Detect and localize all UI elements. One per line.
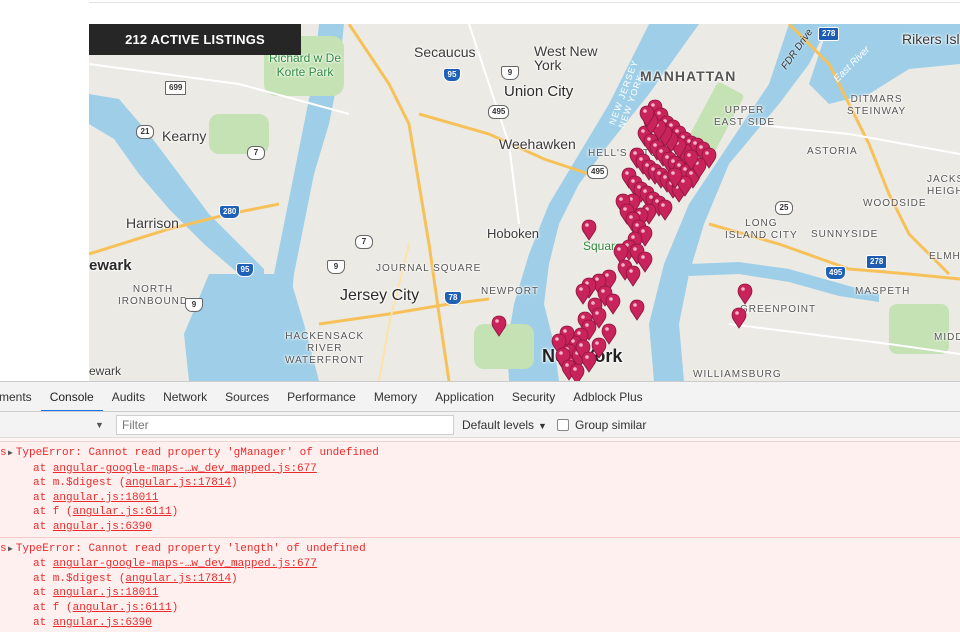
stack-frame-prefix: at (33, 462, 53, 475)
error-message: TypeError: Cannot read property 'gManage… (15, 447, 379, 459)
stack-frame-prefix: at (33, 616, 53, 629)
expand-triangle-icon[interactable]: ▶ (8, 545, 13, 554)
stack-frame-prefix: at (33, 558, 53, 571)
stack-frame: at angular.js:6390 (0, 520, 960, 535)
devtools-tab-bar: ments Console Audits Network Sources Per… (0, 382, 960, 412)
log-levels-label: Default levels (462, 418, 535, 432)
stack-frame: at m.$digest (angular.js:17814) (0, 476, 960, 491)
error-marker-icon: s (0, 447, 7, 459)
stack-frame: at angular.js:6390 (0, 616, 960, 631)
tab-sources[interactable]: Sources (216, 382, 278, 411)
stack-frame-prefix: at f ( (33, 506, 73, 519)
chevron-down-icon: ▼ (538, 421, 547, 431)
stack-frame-source-link[interactable]: angular.js:6111 (73, 506, 172, 518)
tab-application[interactable]: Application (426, 382, 503, 411)
group-similar-checkbox[interactable] (557, 419, 569, 431)
stack-frame: at angular-google-maps-…w_dev_mapped.js:… (0, 462, 960, 477)
console-toolbar: ▼ Default levels▼ Group similar (0, 412, 960, 438)
console-error-entry[interactable]: s ▶ TypeError: Cannot read property 'lengt… (0, 537, 960, 632)
tab-network[interactable]: Network (154, 382, 216, 411)
log-levels-dropdown[interactable]: Default levels ▼ (462, 412, 547, 438)
stack-frame-source-link[interactable]: angular-google-maps-…w_dev_mapped.js:677 (53, 463, 317, 475)
listing-marker[interactable] (629, 299, 645, 321)
listing-marker[interactable] (491, 315, 507, 337)
stack-frame-source-link[interactable]: angular.js:6390 (53, 521, 152, 533)
stack-frame-prefix: at (33, 491, 53, 504)
stack-frame-source-link[interactable]: angular.js:17814 (125, 573, 231, 585)
group-similar-toggle[interactable]: Group similar (557, 418, 646, 432)
listing-marker[interactable] (737, 283, 753, 305)
tab-memory[interactable]: Memory (365, 382, 426, 411)
tab-performance[interactable]: Performance (278, 382, 365, 411)
stack-frame-suffix: ) (171, 601, 179, 614)
stack-frame-prefix: at (33, 520, 53, 533)
tab-elements[interactable]: ments (0, 382, 41, 411)
stack-frame: at angular.js:18011 (0, 586, 960, 601)
stack-frame: at angular.js:18011 (0, 491, 960, 506)
stack-frame-suffix: ) (231, 477, 238, 490)
listing-marker[interactable] (657, 199, 673, 221)
stack-frame: at angular-google-maps-…w_dev_mapped.js:… (0, 557, 960, 572)
stack-frame-source-link[interactable]: angular.js:18011 (53, 492, 159, 504)
stack-frame: at f (angular.js:6111) (0, 505, 960, 520)
stack-frame-source-link[interactable]: angular.js:6390 (53, 617, 152, 629)
tab-adblock-plus[interactable]: Adblock Plus (564, 382, 651, 411)
stack-frame-prefix: at (33, 587, 53, 600)
group-similar-label: Group similar (575, 418, 647, 432)
error-marker-icon: s (0, 542, 7, 555)
tab-audits[interactable]: Audits (103, 382, 154, 411)
tab-console[interactable]: Console (40, 382, 103, 411)
console-error-entry[interactable]: s ▶ TypeError: Cannot read property 'gMana… (0, 442, 960, 538)
console-messages: s ▶ TypeError: Cannot read property 'gMana… (0, 442, 960, 632)
expand-triangle-icon[interactable]: ▶ (8, 449, 13, 458)
listing-marker[interactable] (581, 219, 597, 241)
error-message: TypeError: Cannot read property 'length'… (15, 542, 366, 555)
stack-frame: at f (angular.js:6111) (0, 601, 960, 616)
console-filter-input[interactable] (116, 415, 454, 435)
context-dropdown-arrow-icon[interactable]: ▼ (95, 420, 105, 430)
listing-markers-layer (491, 99, 753, 381)
stack-frame-source-link[interactable]: angular-google-maps-…w_dev_mapped.js:677 (53, 558, 317, 570)
listing-marker[interactable] (637, 251, 653, 273)
listing-marker[interactable] (575, 283, 591, 305)
stack-frame: at m.$digest (angular.js:17814) (0, 572, 960, 587)
listing-marker[interactable] (605, 293, 621, 315)
stack-frame-source-link[interactable]: angular.js:6111 (73, 602, 172, 614)
stack-frame-prefix: at m.$digest ( (33, 477, 126, 490)
listing-marker[interactable] (581, 351, 597, 373)
devtools-panel: ments Console Audits Network Sources Per… (0, 381, 960, 632)
listings-map[interactable]: Secaucus West New York Union City MANHAT… (89, 24, 960, 381)
listing-marker[interactable] (625, 265, 641, 287)
stack-frame-suffix: ) (171, 506, 179, 519)
stack-frame-prefix: at m.$digest ( (33, 572, 126, 585)
stack-frame-suffix: ) (231, 572, 238, 585)
stack-frame-prefix: at f ( (33, 601, 73, 614)
stack-frame-source-link[interactable]: angular.js:18011 (53, 587, 159, 599)
top-divider (89, 0, 960, 3)
stack-frame-source-link[interactable]: angular.js:17814 (125, 477, 231, 489)
listing-marker[interactable] (731, 307, 747, 329)
tab-security[interactable]: Security (503, 382, 564, 411)
active-listings-badge: 212 ACTIVE LISTINGS (89, 24, 301, 55)
page-root: Secaucus West New York Union City MANHAT… (0, 0, 960, 632)
listing-marker[interactable] (569, 363, 585, 381)
